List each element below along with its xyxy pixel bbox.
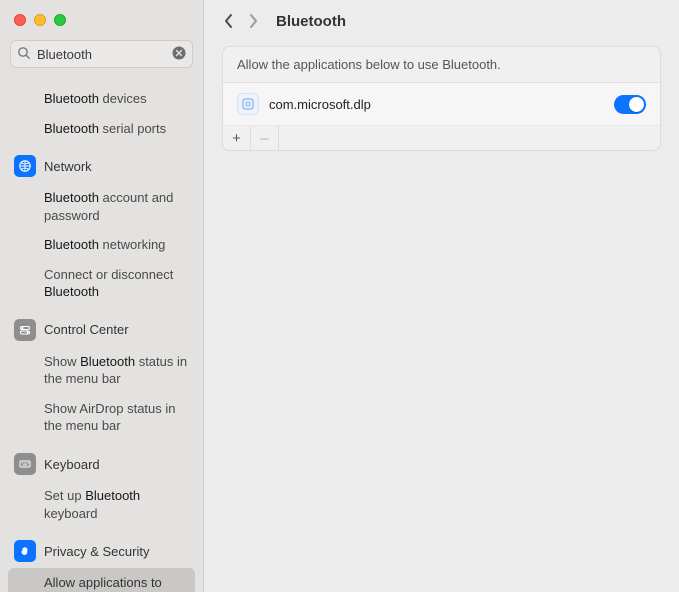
nav-forward-button — [246, 12, 260, 30]
sidebar-item-bluetooth-serial-ports[interactable]: Bluetooth serial ports — [8, 114, 195, 144]
search-container — [0, 34, 203, 78]
window-controls — [0, 0, 203, 34]
search-input[interactable] — [10, 40, 193, 68]
sidebar-item-show-bluetooth-menubar[interactable]: Show Bluetooth status in the menu bar — [8, 347, 195, 394]
sidebar-item-connect-disconnect-bluetooth[interactable]: Connect or disconnect Bluetooth — [8, 260, 195, 307]
panel-description: Allow the applications below to use Blue… — [223, 47, 660, 83]
app-row: com.microsoft.dlp — [223, 83, 660, 126]
sidebar-item-setup-bluetooth-keyboard[interactable]: Set up Bluetooth keyboard — [8, 481, 195, 528]
minimize-window-button[interactable] — [34, 14, 46, 26]
sidebar-item-bluetooth-account[interactable]: Bluetooth account and password — [8, 183, 195, 230]
panel-footer: + – — [223, 126, 660, 150]
sidebar-header-keyboard[interactable]: Keyboard — [8, 447, 195, 481]
sidebar-header-label: Privacy & Security — [44, 544, 149, 559]
page-title: Bluetooth — [276, 13, 346, 30]
sidebar-item-bluetooth-devices[interactable]: Bluetooth devices — [8, 84, 195, 114]
hand-icon — [14, 540, 36, 562]
globe-icon — [14, 155, 36, 177]
sidebar-item-bluetooth-networking[interactable]: Bluetooth networking — [8, 230, 195, 260]
control-center-icon — [14, 319, 36, 341]
zoom-window-button[interactable] — [54, 14, 66, 26]
content-area: Allow the applications below to use Blue… — [204, 42, 679, 169]
keyboard-icon — [14, 453, 36, 475]
sidebar-header-label: Keyboard — [44, 457, 100, 472]
sidebar-header-label: Network — [44, 159, 92, 174]
remove-app-button: – — [251, 126, 279, 150]
app-icon — [237, 93, 259, 115]
search-icon — [16, 45, 32, 66]
sidebar-item-show-airdrop-menubar[interactable]: Show AirDrop status in the menu bar — [8, 394, 195, 441]
sidebar: Bluetooth devices Bluetooth serial ports… — [0, 0, 204, 592]
sidebar-item-allow-apps-bluetooth[interactable]: Allow applications to access Bluetooth — [8, 568, 195, 592]
toggle-knob — [629, 97, 644, 112]
title-bar: Bluetooth — [204, 0, 679, 42]
app-name: com.microsoft.dlp — [269, 97, 371, 112]
bluetooth-apps-panel: Allow the applications below to use Blue… — [222, 46, 661, 151]
sidebar-header-control-center[interactable]: Control Center — [8, 313, 195, 347]
sidebar-header-label: Control Center — [44, 322, 129, 337]
nav-back-button[interactable] — [222, 12, 236, 30]
sidebar-list: Bluetooth devices Bluetooth serial ports… — [0, 78, 203, 592]
sidebar-header-privacy[interactable]: Privacy & Security — [8, 534, 195, 568]
add-app-button[interactable]: + — [223, 126, 251, 150]
close-window-button[interactable] — [14, 14, 26, 26]
clear-search-icon[interactable] — [171, 45, 187, 66]
main-panel: Bluetooth Allow the applications below t… — [204, 0, 679, 592]
app-toggle[interactable] — [614, 95, 646, 114]
sidebar-header-network[interactable]: Network — [8, 149, 195, 183]
